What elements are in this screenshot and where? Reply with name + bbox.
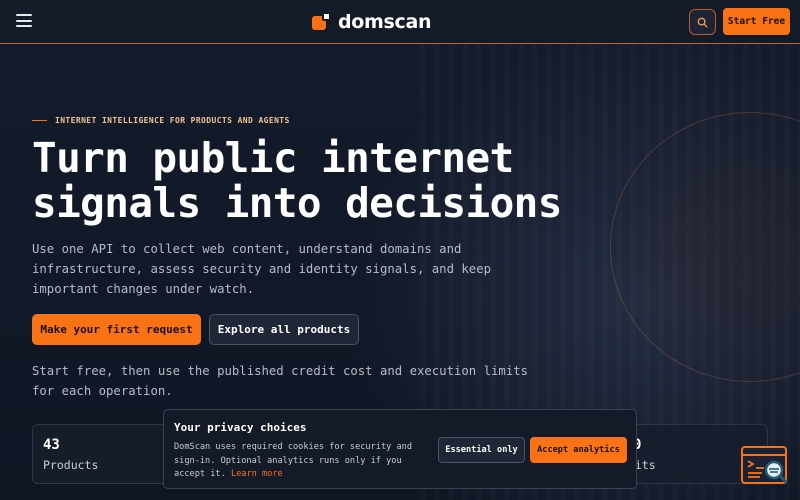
hero-title-line: signals into decisions (32, 179, 562, 227)
pricing-note-line: for each operation. (32, 384, 173, 398)
eyebrow-line (32, 119, 47, 121)
learn-more-link[interactable]: Learn more (231, 469, 283, 479)
hero-subtitle: Use one API to collect web content, unde… (32, 239, 492, 299)
logo-mark-icon (312, 12, 332, 32)
hero-subtitle-line: important changes under watch. (32, 282, 255, 296)
privacy-text-fragment: accept it. (174, 469, 226, 479)
search-icon (697, 17, 708, 28)
hero-subtitle-line: infrastructure, assess security and iden… (32, 262, 492, 276)
privacy-title: Your privacy choices (174, 421, 307, 434)
make-first-request-button[interactable]: Make your first request (32, 314, 201, 345)
pricing-note-line: Start free, then use the published credi… (32, 364, 529, 378)
stat-value: 43 (43, 437, 60, 453)
eyebrow-text: INTERNET INTELLIGENCE FOR PRODUCTS AND A… (55, 115, 290, 125)
privacy-text-line: accept it. Learn more (174, 468, 424, 482)
pricing-note: Start free, then use the published credi… (32, 361, 529, 401)
hero-subtitle-line: Use one API to collect web content, unde… (32, 242, 462, 256)
privacy-banner: Your privacy choices DomScan uses requir… (163, 409, 637, 489)
privacy-text-line: DomScan uses required cookies for securi… (174, 442, 412, 452)
essential-only-button[interactable]: Essential only (438, 437, 525, 463)
explore-products-button[interactable]: Explore all products (209, 314, 359, 345)
privacy-text-line: sign-in. Optional analytics runs only if… (174, 455, 402, 466)
hero-title-line: Turn public internet (32, 134, 514, 182)
hero-title: Turn public internet signals into decisi… (32, 136, 592, 226)
brand-logo[interactable]: domscan (312, 10, 432, 34)
start-free-button[interactable]: Start Free (723, 8, 790, 35)
top-navbar: domscan Start Free (0, 0, 800, 44)
stat-label: Products (43, 458, 99, 472)
hamburger-menu-icon[interactable] (16, 14, 32, 27)
privacy-text: DomScan uses required cookies for securi… (174, 441, 424, 482)
brand-name: domscan (338, 11, 432, 33)
hero-eyebrow: INTERNET INTELLIGENCE FOR PRODUCTS AND A… (32, 114, 290, 126)
stat-card-products: 43 Products (32, 424, 182, 484)
terminal-search-icon[interactable] (740, 444, 792, 488)
accept-analytics-button[interactable]: Accept analytics (530, 437, 627, 463)
search-button[interactable] (689, 9, 716, 35)
